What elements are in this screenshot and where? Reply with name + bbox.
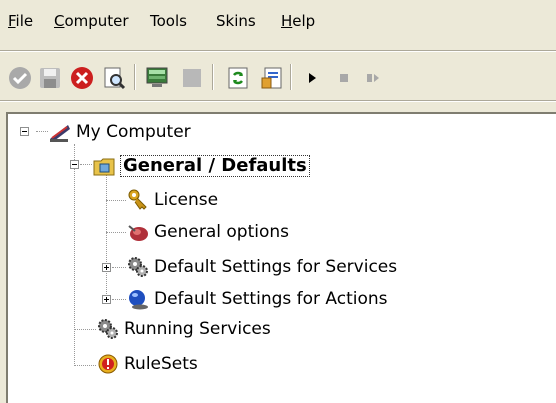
toolbar-separator [134,64,136,90]
toolbar-separator [290,64,292,90]
check-icon [9,67,31,89]
tree-label-license: License [154,190,219,210]
monitor-icon [146,67,168,87]
menubar-divider-highlight [0,51,556,52]
tree-connector [74,365,96,366]
tree-connector [106,172,107,300]
stop-circle-icon [71,67,93,89]
gears-icon [96,317,120,341]
folder-settings-icon [92,154,116,178]
menu-computer-mnemonic: C [54,12,65,30]
find-icon [104,67,126,90]
menu-computer-label: omputer [64,12,129,30]
menu-tools[interactable]: Tools [150,12,187,30]
play-icon [309,73,316,83]
tree-node-general-options[interactable]: General options [126,218,289,246]
toolbar-divider-highlight [0,101,556,102]
gears-icon [126,255,150,279]
menu-help[interactable]: Help [281,12,315,30]
tree-connector [106,232,126,233]
tree-connector [74,329,96,330]
blank-square-icon [183,69,201,87]
menu-file-mnemonic: F [8,12,16,30]
options-icon [126,220,150,244]
tree-node-license[interactable]: License [126,186,218,214]
collapse-my-computer[interactable] [20,127,29,136]
keys-icon [126,188,150,212]
tree-connector [36,131,48,132]
tree-label-my-computer: My Computer [76,122,191,142]
menu-file-label: ile [15,12,34,30]
find-button[interactable] [98,62,130,94]
tree-label-general-options: General options [154,222,290,242]
tree-node-rulesets[interactable]: RuleSets [96,350,198,378]
menu-computer[interactable]: Computer [54,12,129,30]
tree-node-default-actions[interactable]: Default Settings for Actions [126,285,388,313]
pause-button[interactable] [356,62,388,94]
expand-default-services[interactable] [102,263,111,272]
tree-connector [74,144,75,366]
tree-node-general-defaults[interactable]: General / Defaults [92,152,310,180]
ruleset-warning-icon [96,352,120,376]
tree-connector [106,200,126,201]
tree-label-rulesets: RuleSets [124,354,198,374]
monitor-button[interactable] [142,62,174,94]
tree-label-running-services: Running Services [124,319,271,339]
actions-icon [126,287,150,311]
toolbar [0,62,556,96]
refresh-icon [228,67,248,89]
save-icon [40,68,60,88]
toolbar-separator [212,64,214,90]
tree-connector [80,164,92,165]
menu-help-label: elp [292,12,316,30]
tree-label-default-actions: Default Settings for Actions [154,289,388,309]
blank-button[interactable] [176,62,208,94]
tree-connector [112,299,126,300]
tree-label-default-services: Default Settings for Services [154,257,398,277]
menubar: File Computer Tools Skins Help [0,0,556,36]
menu-help-mnemonic: H [281,12,293,30]
tree-view[interactable]: My Computer General / Defaults License G… [6,112,556,403]
stop-icon [340,74,348,82]
menu-skins-label: Skins [216,12,256,30]
menu-file[interactable]: File [8,12,33,30]
tree-connector [112,267,126,268]
refresh-button[interactable] [222,62,254,94]
settings-form-button[interactable] [256,62,288,94]
expand-default-actions[interactable] [102,295,111,304]
collapse-general-defaults[interactable] [70,160,79,169]
tree-node-default-services[interactable]: Default Settings for Services [126,253,397,281]
settings-form-icon [261,67,282,89]
tree-node-running-services[interactable]: Running Services [96,315,271,343]
pause-icon [367,74,379,82]
play-button[interactable] [296,62,328,94]
menu-tools-label: Tools [150,12,187,30]
save-button[interactable] [34,62,66,94]
menu-skins[interactable]: Skins [216,12,256,30]
tree-label-general-defaults: General / Defaults [120,155,310,177]
computer-icon [48,120,72,144]
tree-node-my-computer[interactable]: My Computer [48,118,191,146]
stop-circle-button[interactable] [66,62,98,94]
check-button[interactable] [4,62,36,94]
